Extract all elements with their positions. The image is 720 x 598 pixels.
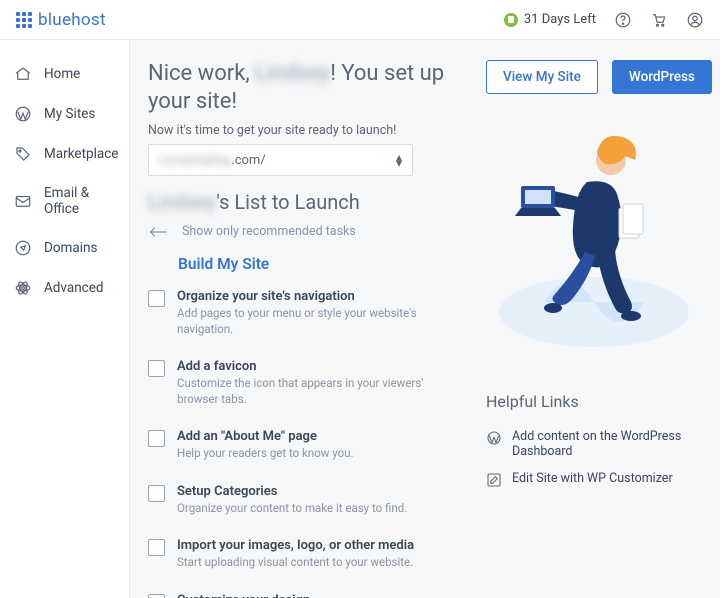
checkbox[interactable] (148, 430, 165, 447)
task-desc: Customize the icon that appears in your … (177, 376, 466, 407)
mail-icon (14, 192, 32, 210)
brand-text: bluehost (38, 10, 106, 30)
home-icon (14, 65, 32, 83)
days-left-label: 31 Days Left (524, 12, 596, 27)
task-desc: Start uploading visual content to your w… (177, 555, 414, 571)
task-title: Add a favicon (177, 359, 466, 374)
topbar: bluehost 31 Days Left (0, 0, 720, 40)
sidebar-item-advanced[interactable]: Advanced (0, 268, 129, 308)
sidebar-item-email[interactable]: Email & Office (0, 174, 129, 228)
sidebar: Home My Sites Marketplace Email & Office… (0, 40, 130, 598)
sidebar-label: Marketplace (44, 146, 118, 162)
main: Nice work, Lindsey! You set up your site… (130, 40, 720, 598)
hero-illustration (486, 112, 702, 362)
task-title: Import your images, logo, or other media (177, 538, 414, 553)
site-domain: oursampling.com/ (159, 153, 266, 168)
helpful-link-label: Edit Site with WP Customizer (512, 471, 673, 486)
checkbox[interactable] (148, 539, 165, 556)
tag-icon (14, 145, 32, 163)
build-header: Build My Site (178, 255, 466, 273)
task-desc: Organize your content to make it easy to… (177, 501, 407, 517)
sidebar-label: Domains (44, 240, 97, 256)
task-title: Setup Categories (177, 484, 407, 499)
subtext: Now it's time to get your site ready to … (148, 123, 466, 138)
filter-label[interactable]: Show only recommended tasks (182, 224, 356, 239)
sidebar-item-mysites[interactable]: My Sites (0, 94, 129, 134)
sidebar-item-marketplace[interactable]: Marketplace (0, 134, 129, 174)
task-desc: Help your readers get to know you. (177, 446, 354, 462)
sidebar-label: Home (44, 66, 80, 82)
helpful-links: Helpful Links Add content on the WordPre… (486, 392, 702, 494)
sidebar-item-home[interactable]: Home (0, 54, 129, 94)
helpful-link-label: Add content on the WordPress Dashboard (512, 429, 702, 459)
checkbox[interactable] (148, 485, 165, 502)
task-title: Organize your site's navigation (177, 289, 466, 304)
brand-logo[interactable]: bluehost (16, 10, 106, 30)
helpful-link-dashboard[interactable]: Add content on the WordPress Dashboard (486, 423, 702, 465)
sidebar-label: Email & Office (44, 185, 115, 217)
helpful-link-customizer[interactable]: Edit Site with WP Customizer (486, 465, 702, 494)
edit-icon (486, 472, 502, 488)
task-item[interactable]: Add a favicon Customize the icon that app… (148, 351, 466, 421)
lock-icon (504, 13, 518, 27)
action-buttons: View My Site WordPress (486, 60, 702, 94)
task-item[interactable]: Organize your site's navigation Add pages… (148, 281, 466, 351)
atom-icon (14, 279, 32, 297)
help-icon[interactable] (614, 11, 632, 29)
arrow-left-icon[interactable] (148, 225, 168, 239)
page-title: Nice work, Lindsey! You set up your site… (148, 60, 466, 115)
wordpress-icon (14, 105, 32, 123)
site-selector[interactable]: oursampling.com/ ▴▾ (148, 144, 413, 176)
task-title: Customize your design (177, 593, 466, 598)
view-site-button[interactable]: View My Site (486, 60, 598, 94)
list-header: Lindsey's List to Launch (148, 190, 466, 214)
task-desc: Add pages to your menu or style your web… (177, 306, 466, 337)
task-title: Add an "About Me" page (177, 429, 354, 444)
wordpress-icon (486, 430, 502, 446)
compass-icon (14, 239, 32, 257)
checkbox[interactable] (148, 594, 165, 598)
helpful-header: Helpful Links (486, 392, 702, 411)
checkbox[interactable] (148, 360, 165, 377)
sidebar-label: Advanced (44, 280, 104, 296)
sidebar-label: My Sites (44, 106, 95, 122)
topbar-right: 31 Days Left (504, 11, 704, 29)
cart-icon[interactable] (650, 11, 668, 29)
logo-grid-icon (16, 12, 32, 28)
task-item[interactable]: Add an "About Me" page Help your readers … (148, 421, 466, 476)
filter-row: Show only recommended tasks (148, 224, 466, 239)
sidebar-item-domains[interactable]: Domains (0, 228, 129, 268)
task-item[interactable]: Import your images, logo, or other media… (148, 530, 466, 585)
task-item[interactable]: Customize your designSelect colors, font… (148, 585, 466, 598)
checkbox[interactable] (148, 290, 165, 307)
trial-badge[interactable]: 31 Days Left (504, 12, 596, 27)
account-icon[interactable] (686, 11, 704, 29)
chevron-updown-icon: ▴▾ (396, 154, 402, 166)
wordpress-button[interactable]: WordPress (612, 60, 712, 94)
task-item[interactable]: Setup Categories Organize your content to… (148, 476, 466, 531)
